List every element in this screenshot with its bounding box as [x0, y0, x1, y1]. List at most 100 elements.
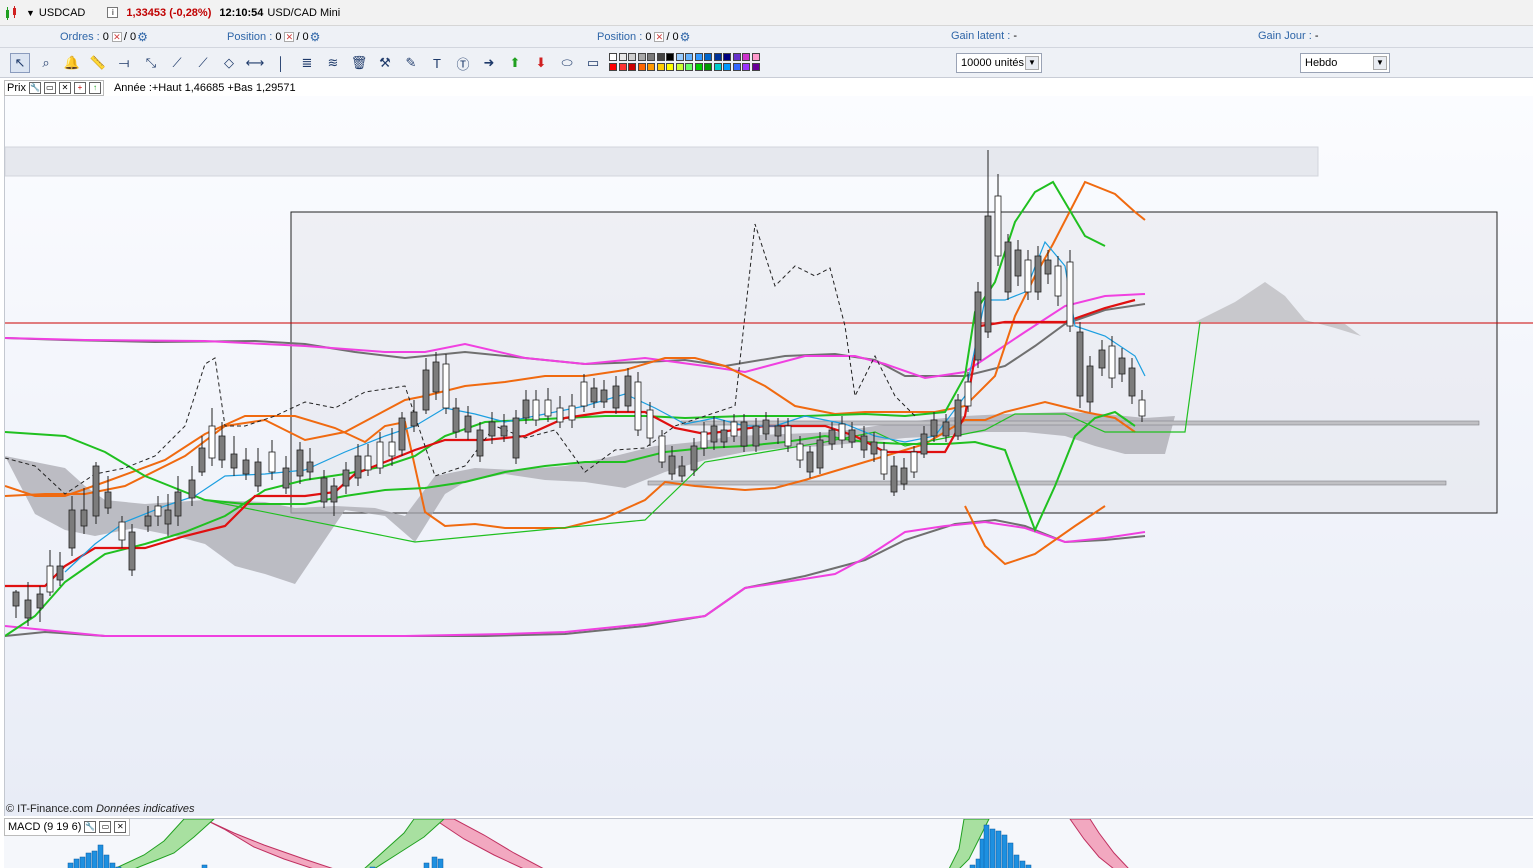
color-swatch[interactable] — [628, 53, 636, 61]
channel-icon[interactable]: ◇ — [219, 53, 239, 73]
arrow-down-icon[interactable]: ⬇ — [531, 53, 551, 73]
trend-line-icon[interactable]: ⟋ — [167, 53, 187, 73]
symbol-dropdown-icon[interactable]: ▼ — [26, 8, 35, 18]
macd-header[interactable]: MACD (9 19 6) 🔧 ▭ ✕ — [4, 818, 131, 836]
color-swatch[interactable] — [732, 63, 741, 71]
gear-icon[interactable]: ⚙ — [310, 30, 321, 44]
candle-body — [1086, 365, 1094, 403]
color-swatch[interactable] — [742, 63, 750, 71]
color-swatch[interactable] — [704, 63, 712, 71]
color-swatch[interactable] — [618, 63, 627, 71]
close-icon[interactable]: ✕ — [284, 32, 295, 42]
candle-body — [930, 419, 938, 437]
extended-line-icon[interactable]: ⟋ — [193, 53, 213, 73]
alert-bell-icon[interactable]: 🔔 — [62, 53, 82, 73]
cursor-icon[interactable]: ↖ — [10, 53, 30, 73]
move-up-icon[interactable]: ↑ — [88, 82, 101, 94]
macd-label: MACD (9 19 6) — [8, 821, 82, 833]
macd-panel[interactable] — [4, 818, 1533, 868]
close-icon[interactable]: ✕ — [654, 32, 665, 42]
fibonacci-fan-icon[interactable]: ≋ — [323, 53, 343, 73]
info-icon[interactable]: i — [107, 7, 119, 18]
add-indicator-icon[interactable]: + — [73, 82, 86, 94]
fibonacci-icon[interactable]: ≣ — [297, 53, 317, 73]
candle-body — [36, 593, 44, 609]
macd-canvas — [67, 818, 1129, 868]
rectangle-icon[interactable]: ▭ — [583, 53, 603, 73]
color-swatch[interactable] — [618, 53, 627, 61]
chevron-down-icon[interactable]: ▼ — [1373, 56, 1387, 70]
price-chart-canvas[interactable] — [5, 96, 1533, 816]
candle-body — [68, 509, 76, 549]
color-swatch[interactable] — [675, 63, 684, 71]
ruler-icon[interactable]: 📏 — [88, 53, 108, 73]
gear-icon[interactable]: ⚙ — [680, 30, 691, 44]
color-swatch[interactable] — [609, 53, 617, 61]
horizontal-line-icon[interactable]: ⟞ — [114, 53, 134, 73]
color-swatch[interactable] — [742, 53, 750, 61]
quantity-select[interactable]: 10000 unités ▼ — [956, 53, 1042, 73]
color-swatch[interactable] — [685, 53, 693, 61]
macd-bar — [437, 858, 444, 868]
color-swatch[interactable] — [647, 53, 655, 61]
color-swatch[interactable] — [713, 63, 722, 71]
color-swatch[interactable] — [628, 63, 636, 71]
color-swatch[interactable] — [647, 63, 655, 71]
support-zone-lower[interactable] — [647, 480, 1447, 486]
close-icon[interactable]: ✕ — [114, 821, 127, 833]
candle-body — [624, 375, 632, 407]
window-icon[interactable]: ▭ — [43, 82, 56, 94]
trash-icon[interactable]: 🗑 — [349, 53, 369, 73]
color-swatch[interactable] — [723, 63, 731, 71]
candle-body — [828, 429, 836, 445]
candle-body — [218, 435, 226, 461]
color-swatch[interactable] — [609, 63, 617, 71]
vertical-line-icon[interactable]: │ — [271, 53, 291, 73]
text-box-icon[interactable]: T — [427, 53, 447, 73]
zoom-icon[interactable]: ⌕ — [36, 53, 56, 73]
chevron-down-icon[interactable]: ▼ — [1025, 56, 1039, 70]
color-swatch[interactable] — [694, 63, 703, 71]
price-panel-label: Prix — [7, 82, 26, 94]
color-swatch[interactable] — [751, 63, 760, 71]
arrow-right-icon[interactable]: ➜ — [479, 53, 499, 73]
color-swatch[interactable] — [666, 53, 674, 61]
color-swatch[interactable] — [675, 53, 684, 61]
color-swatch[interactable] — [713, 53, 722, 61]
close-icon[interactable]: ✕ — [111, 32, 122, 42]
candle-body — [398, 417, 406, 451]
color-swatch[interactable] — [751, 53, 760, 61]
horizontal-segment-icon[interactable]: ⟷ — [245, 53, 265, 73]
tools-icon[interactable]: ⚒ — [375, 53, 395, 73]
window-icon[interactable]: ▭ — [99, 821, 112, 833]
candle-body — [700, 431, 708, 449]
color-swatch[interactable] — [656, 53, 665, 61]
speech-bubble-icon[interactable]: Ⓣ — [453, 53, 473, 73]
color-swatch[interactable] — [685, 63, 693, 71]
candle-body — [388, 441, 396, 457]
color-swatch[interactable] — [723, 53, 731, 61]
color-swatch[interactable] — [666, 63, 674, 71]
wrench-icon[interactable]: 🔧 — [84, 821, 97, 833]
color-swatch[interactable] — [656, 63, 665, 71]
color-swatch[interactable] — [637, 53, 646, 61]
gear-icon[interactable]: ⚙ — [137, 30, 148, 44]
arrow-up-icon[interactable]: ⬆ — [505, 53, 525, 73]
symbol-name[interactable]: USDCAD — [39, 7, 85, 19]
color-swatch[interactable] — [637, 63, 646, 71]
candle-body — [590, 387, 598, 403]
color-swatch[interactable] — [694, 53, 703, 61]
color-palette[interactable] — [609, 52, 763, 74]
wrench-icon[interactable]: 🔧 — [28, 82, 41, 94]
color-swatch[interactable] — [704, 53, 712, 61]
diagonal-arrows-icon[interactable]: ⤡ — [141, 53, 161, 73]
color-swatch[interactable] — [732, 53, 741, 61]
ellipse-icon[interactable]: ⬭ — [557, 53, 577, 73]
price-panel-tab[interactable]: Prix 🔧 ▭ ✕ + ↑ — [4, 80, 104, 96]
support-zone-upper[interactable] — [680, 420, 1480, 426]
candle-body — [806, 451, 814, 473]
price-chart[interactable] — [4, 96, 1533, 816]
close-icon[interactable]: ✕ — [58, 82, 71, 94]
pen-icon[interactable]: ✎ — [401, 53, 421, 73]
period-select[interactable]: Hebdo ▼ — [1300, 53, 1390, 73]
